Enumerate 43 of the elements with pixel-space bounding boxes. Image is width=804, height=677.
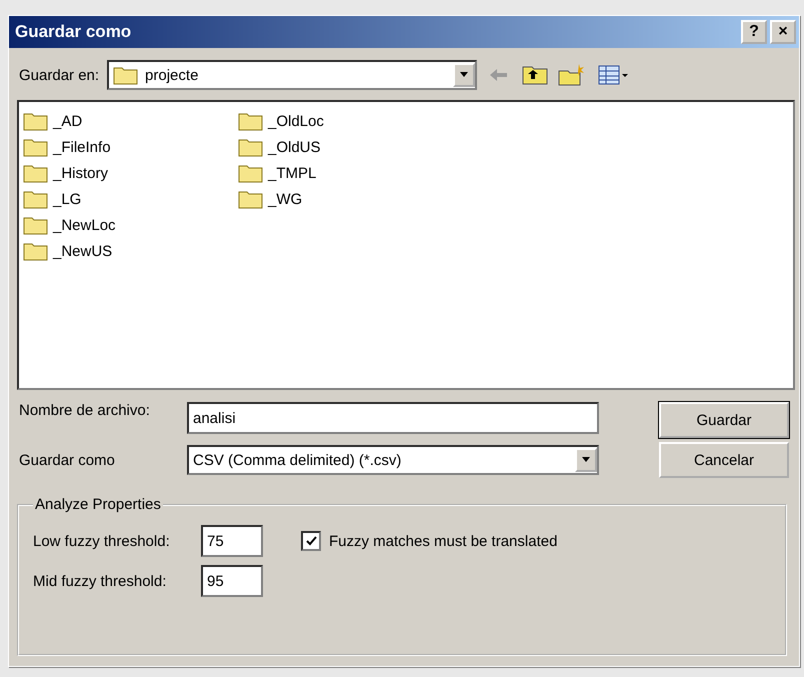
folder-name[interactable]: _NewLoc — [53, 216, 116, 234]
checkmark-icon — [306, 536, 316, 546]
folder-icon — [23, 189, 49, 209]
mid-threshold-label: Mid fuzzy threshold: — [33, 572, 168, 590]
folder-name[interactable]: _OldLoc — [268, 112, 324, 130]
close-button[interactable]: × — [770, 20, 796, 44]
save-button[interactable]: Guardar — [659, 402, 789, 438]
mid-threshold-field[interactable]: 95 — [201, 565, 263, 597]
folder-icon — [113, 65, 140, 85]
folder-name[interactable]: _NewUS — [53, 242, 112, 260]
folder-icon — [23, 241, 49, 261]
folder-name[interactable]: _TMPL — [268, 164, 316, 182]
filetype-dropdown[interactable]: CSV (Comma delimited) (*.csv) — [187, 445, 599, 475]
folder-icon — [238, 111, 264, 131]
filename-field[interactable]: analisi — [187, 402, 599, 434]
folder-name[interactable]: _LG — [53, 190, 82, 208]
folder-name[interactable]: _AD — [53, 112, 82, 130]
window-title: Guardar como — [15, 22, 132, 42]
folder-icon — [23, 215, 49, 235]
filetype-value: CSV (Comma delimited) (*.csv) — [193, 452, 402, 468]
folder-icon — [238, 189, 264, 209]
help-button[interactable]: ? — [741, 20, 767, 44]
folder-name[interactable]: _WG — [268, 190, 302, 208]
folder-icon — [238, 137, 264, 157]
folder-name[interactable]: _OldUS — [268, 138, 321, 156]
folder-icon — [238, 163, 264, 183]
folder-icon — [23, 111, 49, 131]
location-dropdown[interactable]: projecte — [107, 60, 478, 90]
fuzzy-checkbox-label[interactable]: Fuzzy matches must be translated — [329, 532, 558, 550]
filename-label: Nombre de archivo: — [19, 402, 151, 419]
fuzzy-checkbox[interactable] — [301, 531, 321, 551]
folder-icon — [23, 137, 49, 157]
location-value: projecte — [145, 66, 198, 84]
filetype-label: Guardar como — [19, 452, 116, 468]
low-threshold-field[interactable]: 75 — [201, 525, 263, 557]
group-title: Analyze Properties — [34, 496, 162, 513]
cancel-button[interactable]: Cancelar — [659, 442, 789, 478]
low-threshold-label: Low fuzzy threshold: — [33, 532, 171, 550]
folder-name[interactable]: _FileInfo — [53, 138, 111, 156]
location-label: Guardar en: — [19, 66, 100, 84]
new-folder-icon[interactable] — [557, 62, 586, 88]
folder-name[interactable]: _History — [53, 164, 108, 182]
folder-icon — [23, 163, 49, 183]
